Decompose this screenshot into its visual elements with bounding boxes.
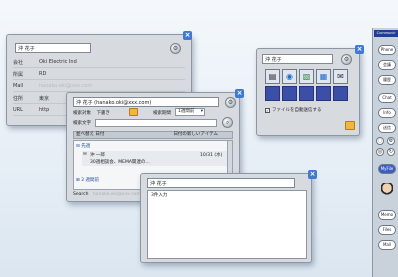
sidebar-button-send[interactable]: 送信 xyxy=(378,123,396,133)
shared-files-title: 沖 花子 xyxy=(265,56,282,63)
compose-title: 沖 花子 xyxy=(150,180,167,187)
auto-send-checkbox-row[interactable]: ✓ ファイルを自動送信する xyxy=(265,107,322,113)
auto-send-checkbox[interactable]: ✓ xyxy=(265,107,270,113)
compose-body[interactable]: 3件入力 xyxy=(147,190,307,259)
contact-row-mail: Mail hanako.oki@xxx.com xyxy=(13,81,185,92)
search-target-row: 検索対象 下書き xyxy=(73,110,110,116)
search-text-label: 検索文字 xyxy=(73,121,91,126)
folder-icon[interactable] xyxy=(129,108,138,116)
mail-icon: ✉ xyxy=(83,152,87,157)
compose-close-icon[interactable]: × xyxy=(308,170,317,179)
group-label: 先週 xyxy=(81,144,91,149)
document-icon[interactable]: ▤ xyxy=(265,69,280,84)
group-header-last-week[interactable]: ⊟ 先週 xyxy=(76,143,90,149)
phone-label: Phone xyxy=(380,47,394,52)
footer-search-value: hanako.oki@xxx.com xyxy=(92,192,141,197)
company-value: Oki Electric Ind xyxy=(39,59,77,65)
avatar[interactable] xyxy=(381,183,393,200)
sidebar-button-history[interactable]: 履歴 xyxy=(378,75,396,85)
sidebar-button-myfile[interactable]: MyFile xyxy=(378,164,396,174)
settings-icon[interactable]: ⚙ xyxy=(387,137,395,145)
url-label: URL xyxy=(13,107,23,113)
chat-label: Chat xyxy=(382,95,392,100)
group-label: 2 週間前 xyxy=(81,178,99,183)
search-target-label: 検索対象 xyxy=(73,111,91,116)
contact-card-close-icon[interactable]: × xyxy=(183,31,192,40)
contact-card-title: 沖 花子 xyxy=(18,45,35,52)
compose-window[interactable]: 沖 花子 3件入力 xyxy=(140,173,312,263)
sort-column-header[interactable]: 並べ替え 日付 xyxy=(76,132,104,138)
shared-files-close-icon[interactable]: × xyxy=(355,45,364,54)
mail-list-header: 並べ替え 日付 日付の新しいアイテム xyxy=(73,131,233,139)
contact-card-settings-icon[interactable]: ⚙ xyxy=(170,43,181,54)
mail-window-title: 沖 花子 (hanako.oki@xxx.com) xyxy=(76,99,152,106)
refresh-icon[interactable]: ↻ xyxy=(387,148,395,156)
sidebar-button-phone[interactable]: Phone xyxy=(378,45,396,55)
sidebar-button-chat[interactable]: Chat xyxy=(378,93,396,103)
empty-slot[interactable] xyxy=(282,86,297,101)
contact-card-title-field[interactable]: 沖 花子 xyxy=(15,43,91,53)
image-icon[interactable]: ▧ xyxy=(299,69,314,84)
files-label: Files xyxy=(382,227,392,232)
send-label: 送信 xyxy=(383,125,391,130)
contact-row-company: 会社 Oki Electric Ind xyxy=(13,57,185,68)
compose-title-field[interactable]: 沖 花子 xyxy=(147,178,295,188)
mail-window-close-icon[interactable]: × xyxy=(235,89,244,98)
chevron-down-icon: ▾ xyxy=(200,109,203,114)
mail-footer: Search hanako.oki@xxx.com xyxy=(73,192,141,197)
mail-window-settings-icon[interactable]: ⚙ xyxy=(225,97,236,108)
footer-search-label[interactable]: Search xyxy=(73,192,88,197)
photo-icon[interactable]: ▦ xyxy=(316,69,331,84)
sidebar-button-memo[interactable]: Memo xyxy=(378,210,396,220)
mail-icon[interactable]: ✉ xyxy=(333,69,348,84)
mail-value[interactable]: hanako.oki@xxx.com xyxy=(39,83,185,89)
history-label: 履歴 xyxy=(383,77,391,82)
mail-list-item[interactable]: ✉ 沖 一郎 10/31 (水) 30週相談会、MEMA関連の… xyxy=(82,151,232,166)
memo-label: Memo xyxy=(380,212,394,217)
mail-label: Mail xyxy=(13,83,24,89)
compose-body-text: 3件入力 xyxy=(151,193,168,198)
empty-slot[interactable] xyxy=(333,86,348,101)
sidebar-button-meeting[interactable]: 会議 xyxy=(378,60,396,70)
mail-date: 10/31 (水) xyxy=(200,153,223,158)
sidebar-button-mail[interactable]: Mail xyxy=(378,240,396,250)
sidebar-button-files[interactable]: Files xyxy=(378,225,396,235)
group-header-two-weeks[interactable]: ⊞ 2 週間前 xyxy=(76,177,99,183)
shared-files-settings-icon[interactable]: ⚙ xyxy=(341,54,352,65)
shared-files-window[interactable]: 沖 花子 ⚙ ▤ ◉ ▧ ▦ ✉ ✓ ファイルを自動送信する xyxy=(256,48,360,136)
company-label: 会社 xyxy=(13,59,24,66)
search-text-input[interactable] xyxy=(95,119,217,127)
info-label: Info xyxy=(383,110,391,115)
volume-icon[interactable]: ◌ xyxy=(376,137,384,145)
empty-slot[interactable] xyxy=(299,86,314,101)
mail-button-label: Mail xyxy=(382,242,392,247)
search-icon[interactable]: ⌕ xyxy=(222,117,233,128)
logo-text: Communic xyxy=(376,31,396,35)
period-select[interactable]: 1週間前 ▾ xyxy=(175,108,205,116)
date-column-header[interactable]: 日付の新しいアイテム xyxy=(173,132,218,138)
empty-slot[interactable] xyxy=(265,86,280,101)
department-value: RD xyxy=(39,71,47,77)
meeting-label: 会議 xyxy=(383,62,391,67)
department-label: 所属 xyxy=(13,71,24,78)
sidebar-logo: Communic xyxy=(374,30,398,37)
globe-icon[interactable]: ◉ xyxy=(282,69,297,84)
period-value: 1週間前 xyxy=(178,109,195,114)
shared-files-title-field[interactable]: 沖 花子 xyxy=(262,54,333,64)
mail-window-title-field[interactable]: 沖 花子 (hanako.oki@xxx.com) xyxy=(73,97,219,107)
camera-icon[interactable]: ◎ xyxy=(376,148,384,156)
period-label: 検索期間 xyxy=(153,111,171,116)
folder-icon[interactable] xyxy=(345,121,355,130)
contact-row-department: 所属 RD xyxy=(13,69,185,80)
search-target-value[interactable]: 下書き xyxy=(96,111,110,116)
address-label: 住所 xyxy=(13,95,24,102)
sidebar-button-info[interactable]: Info xyxy=(378,108,396,118)
auto-send-label: ファイルを自動送信する xyxy=(272,108,322,113)
empty-slot[interactable] xyxy=(316,86,331,101)
mail-sender: 沖 一郎 xyxy=(90,153,105,158)
myfile-label: MyFile xyxy=(380,166,394,171)
mail-subject: 30週相談会、MEMA関連の… xyxy=(90,160,150,165)
